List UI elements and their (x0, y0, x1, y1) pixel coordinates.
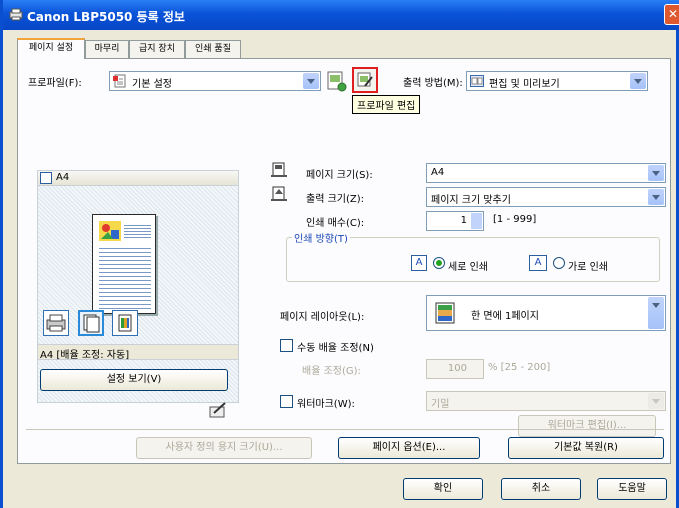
close-button[interactable]: ✕ (664, 4, 679, 25)
page-size-icon (271, 162, 287, 177)
watermark-value: 기밀 (431, 399, 450, 410)
manual-scaling-checkbox[interactable] (280, 339, 293, 352)
scaling-spinner[interactable]: 100 (426, 359, 484, 379)
layout-page-icon (435, 302, 455, 324)
printer-icon (46, 314, 66, 332)
chevron-down-icon[interactable] (630, 73, 646, 89)
color-settings-icon (118, 314, 132, 332)
output-method-label: 출력 방법(M): (403, 78, 463, 89)
preview-image-icon (99, 221, 121, 241)
output-size-value: 페이지 크기 맞추기 (431, 195, 511, 206)
cancel-button[interactable]: 취소 (501, 478, 581, 500)
watermark-edit-button[interactable]: 워터마크 편집(I)... (518, 415, 656, 437)
copies-value: 1 (460, 215, 467, 226)
dialog-footer: 확인 취소 도움말 (17, 464, 671, 508)
preview-status-bar: A4 [배율 조정: 자동] (37, 344, 239, 361)
page-view-button[interactable] (78, 310, 104, 336)
profile-edit-button[interactable] (352, 67, 378, 93)
preview-page (92, 214, 156, 314)
output-method-value: 편집 및 미리보기 (489, 79, 560, 90)
profile-add-icon[interactable] (324, 69, 348, 93)
layout-value: 한 면에 1페이지 (471, 311, 539, 322)
orientation-legend: 인쇄 방향(T) (292, 230, 350, 245)
page-size-value: A4 (431, 167, 445, 178)
view-settings-button[interactable]: 설정 보기(V) (40, 369, 228, 391)
window-title: Canon LBP5050 등록 정보 (27, 10, 185, 24)
edit-preview-icon (470, 75, 484, 87)
output-size-label: 출력 크기(Z): (306, 194, 365, 205)
tooltip: 프로파일 편집 (352, 95, 421, 114)
scaling-label: 배율 조정(G): (302, 366, 361, 377)
preview-title: A4 (56, 172, 70, 183)
spin-up-icon[interactable] (471, 213, 482, 221)
scaling-value: 100 (447, 363, 467, 374)
copies-range: [1 - 999] (493, 214, 537, 225)
output-method-select[interactable]: 편집 및 미리보기 (466, 71, 648, 91)
properties-window: Canon LBP5050 등록 정보 ✕ 페이지 설정 마무리 급지 장치 인… (0, 0, 679, 508)
profile-icon (113, 74, 126, 88)
copies-spinner[interactable]: 1 (426, 211, 484, 231)
watermark-select[interactable]: 기밀 (426, 391, 666, 411)
profile-select[interactable]: 기본 설정 (109, 71, 321, 91)
landscape-radio[interactable] (553, 257, 565, 269)
copies-label: 인쇄 매수(C): (306, 218, 365, 229)
printer-view-button[interactable] (43, 310, 69, 336)
profile-edit-icon (357, 72, 373, 87)
layout-select[interactable]: 한 면에 1페이지 (426, 295, 666, 331)
chevron-down-icon[interactable] (303, 73, 319, 89)
preview-text-lines (124, 223, 151, 239)
watermark-label[interactable]: 워터마크(W): (297, 395, 355, 410)
chevron-down-icon[interactable] (648, 189, 664, 205)
output-size-icon (271, 186, 287, 201)
printer-app-icon (9, 8, 23, 21)
watermark-checkbox[interactable] (280, 395, 293, 408)
preview-header: A4 (37, 170, 239, 186)
output-size-select[interactable]: 페이지 크기 맞추기 (426, 187, 666, 207)
page-size-select[interactable]: A4 (426, 163, 666, 183)
layout-label: 페이지 레이아웃(L): (280, 312, 365, 323)
ok-button[interactable]: 확인 (403, 478, 483, 500)
spin-down-icon[interactable] (471, 221, 482, 229)
preview-text-block (99, 245, 151, 309)
settings-view-button[interactable] (112, 310, 138, 336)
restore-defaults-button[interactable]: 기본값 복원(R) (508, 437, 664, 459)
profile-value: 기본 설정 (132, 79, 172, 90)
tab-page-setup[interactable]: 페이지 설정 (17, 38, 85, 59)
separator (26, 429, 664, 430)
chevron-down-icon[interactable] (648, 393, 664, 409)
chevron-down-icon[interactable] (648, 165, 664, 181)
page-size-label: 페이지 크기(S): (306, 170, 373, 181)
tab-finishing[interactable]: 마무리 (85, 40, 129, 58)
page-options-button[interactable]: 페이지 옵션(E)... (338, 437, 480, 459)
preview-status: A4 [배율 조정: 자동] (40, 350, 130, 361)
scaling-range: % [25 - 200] (488, 362, 551, 373)
page-layout-icon (83, 314, 100, 333)
portrait-radio[interactable] (433, 257, 445, 269)
manual-scaling-label[interactable]: 수동 배율 조정(N) (297, 339, 374, 354)
tab-print-quality[interactable]: 인쇄 품질 (185, 40, 241, 58)
landscape-label[interactable]: 가로 인쇄 (568, 258, 608, 273)
wrench-icon[interactable] (208, 401, 228, 419)
help-button[interactable]: 도움말 (597, 478, 667, 500)
title-bar[interactable]: Canon LBP5050 등록 정보 ✕ (3, 0, 679, 30)
chevron-down-icon[interactable] (648, 297, 664, 329)
page-setup-panel: 프로파일(F): 기본 설정 프로파일 편집 출력 방법(M): 편집 및 미리… (17, 58, 671, 464)
landscape-icon: A (529, 255, 547, 271)
profile-label: 프로파일(F): (28, 78, 82, 89)
portrait-icon: A (411, 255, 427, 271)
custom-paper-button[interactable]: 사용자 정의 용지 크기(U)... (136, 437, 312, 459)
portrait-label[interactable]: 세로 인쇄 (448, 258, 488, 273)
tab-paper-source[interactable]: 급지 장치 (129, 40, 185, 58)
preview-size-icon (40, 172, 52, 184)
